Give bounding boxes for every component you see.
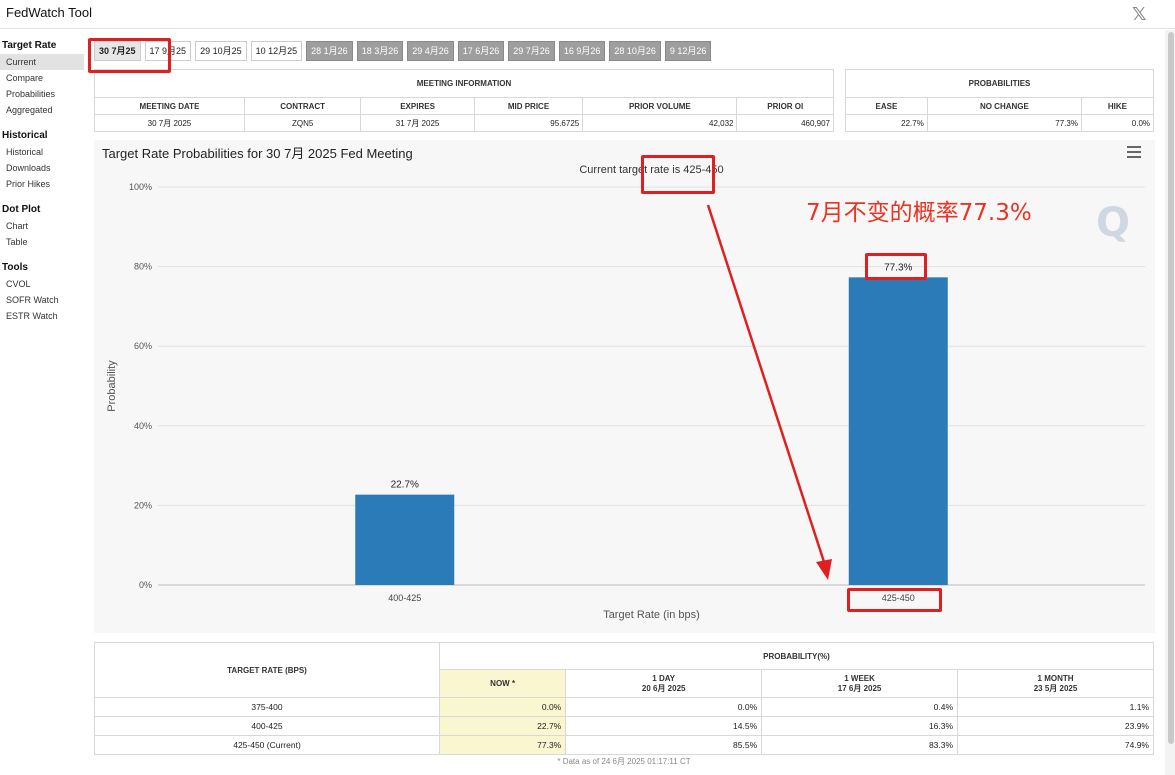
probability-cell: 0.0% [438,697,567,717]
period-date: 20 6月 2025 [641,683,686,693]
probability-cell: 23.9% [957,716,1154,736]
period-label: NOW * [490,679,516,688]
probability-cell: 16.3% [761,716,959,736]
probability-cell: 85.5% [565,735,763,755]
period-label: 1 DAY [652,673,676,683]
probability-cell: 77.3% [438,735,567,755]
period-header: NOW * [438,669,567,698]
period-header: 1 WEEK 17 6月 2025 [761,669,959,698]
period-label: 1 MONTH [1037,673,1074,683]
target-rate-cell: 375-400 [94,697,440,717]
col-target-rate: TARGET RATE (BPS) [94,642,440,698]
probability-cell: 14.5% [565,716,763,736]
table-row: 425-450 (Current) 77.3% 85.5% 83.3% 74.9% [94,735,1154,755]
probability-cell: 74.9% [957,735,1154,755]
col-probability-group: PROBABILITY(%) [439,642,1154,670]
target-rate-cell: 400-425 [94,716,440,736]
target-rate-cell: 425-450 (Current) [94,735,440,755]
data-timestamp-note: * Data as of 24 6月 2025 01:17:11 CT [557,757,691,766]
period-label: 1 WEEK [844,673,875,683]
probability-table: TARGET RATE (BPS) PROBABILITY(%) NOW * 1 … [94,642,1154,755]
period-header: 1 MONTH 23 5月 2025 [957,669,1154,698]
probability-cell: 22.7% [438,716,567,736]
probability-cell: 0.4% [761,697,959,717]
period-date: 17 6月 2025 [837,683,882,693]
probability-cell: 1.1% [957,697,1154,717]
period-date: 23 5月 2025 [1033,683,1078,693]
table-row: 375-400 0.0% 0.0% 0.4% 1.1% [94,697,1154,717]
probability-cell: 83.3% [761,735,959,755]
period-header: 1 DAY 20 6月 2025 [565,669,763,698]
probability-cell: 0.0% [565,697,763,717]
table-row: 400-425 22.7% 14.5% 16.3% 23.9% [94,716,1154,736]
